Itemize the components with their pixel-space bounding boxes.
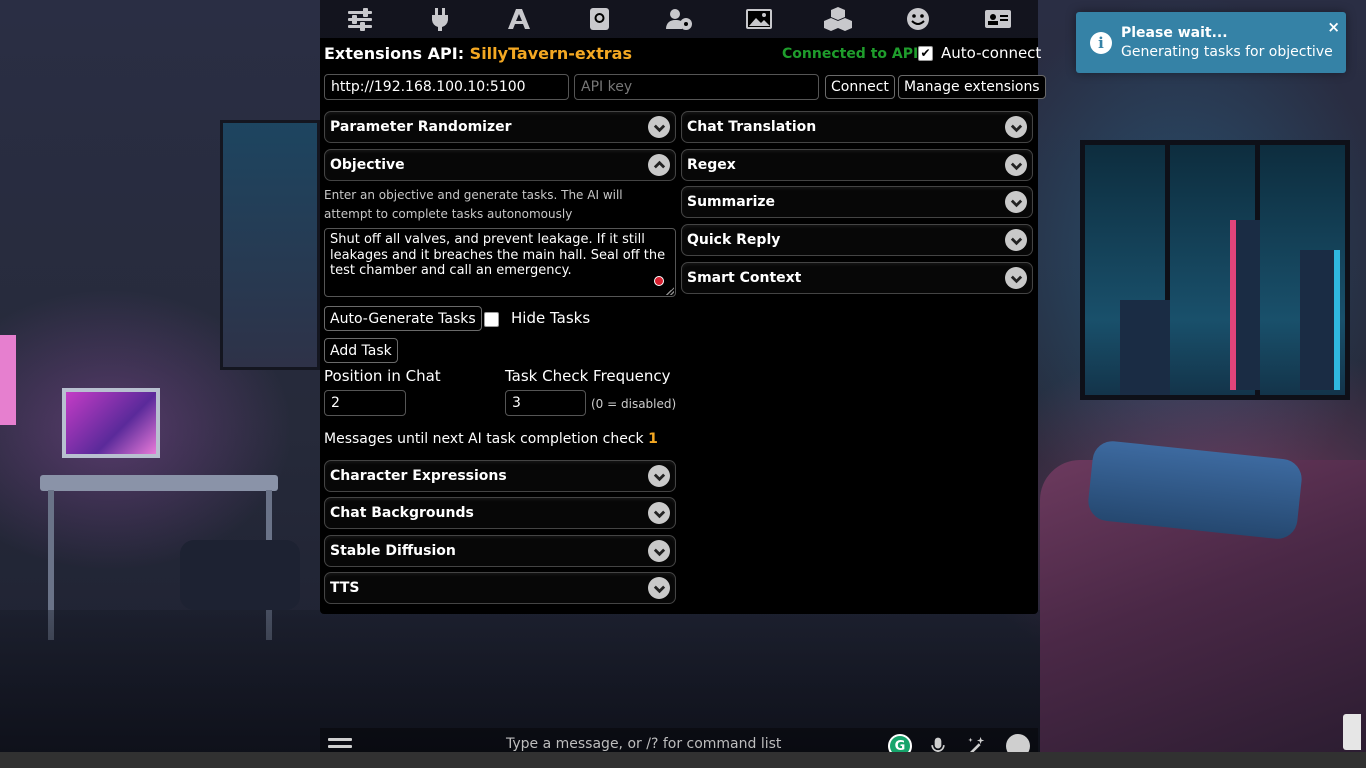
drawer-label: Smart Context xyxy=(687,270,802,286)
chevron-down-icon[interactable] xyxy=(1005,229,1027,251)
extensions-title: Extensions API: SillyTavern-extras xyxy=(324,44,632,63)
chevron-down-icon[interactable] xyxy=(1005,267,1027,289)
drawer-label: Quick Reply xyxy=(687,232,781,248)
auto-connect-toggle[interactable]: ✔ Auto-connect xyxy=(918,44,1041,62)
chevron-up-icon[interactable] xyxy=(648,154,670,176)
drawer-objective[interactable]: Objective xyxy=(324,149,676,181)
chevron-down-icon[interactable] xyxy=(1005,191,1027,213)
chevron-down-icon[interactable] xyxy=(1005,154,1027,176)
position-in-chat-input[interactable]: 2 xyxy=(324,390,406,416)
messages-until-check: Messages until next AI task completion c… xyxy=(324,431,658,447)
magic-wand-icon[interactable] xyxy=(964,734,988,752)
background-desk xyxy=(40,475,278,491)
recording-dot-icon xyxy=(654,276,664,286)
drawer-regex[interactable]: Regex xyxy=(681,149,1033,181)
chevron-down-icon[interactable] xyxy=(648,465,670,487)
drawer-character-expressions[interactable]: Character Expressions xyxy=(324,460,676,492)
drawer-quick-reply[interactable]: Quick Reply xyxy=(681,224,1033,256)
background-window-left xyxy=(220,120,320,370)
book-icon[interactable] xyxy=(579,1,619,37)
chevron-down-icon[interactable] xyxy=(648,116,670,138)
drawer-tts[interactable]: TTS xyxy=(324,572,676,604)
chevron-down-icon[interactable] xyxy=(648,540,670,562)
connection-status: Connected to API xyxy=(782,46,919,62)
drawer-label: Parameter Randomizer xyxy=(330,119,512,135)
close-icon[interactable]: × xyxy=(1327,18,1340,36)
drawer-label: Regex xyxy=(687,157,736,173)
drawer-label: Chat Backgrounds xyxy=(330,505,474,521)
menu-icon[interactable] xyxy=(328,738,352,752)
drawer-parameter-randomizer[interactable]: Parameter Randomizer xyxy=(324,111,676,143)
notification-toast: i Please wait... Generating tasks for ob… xyxy=(1076,12,1346,73)
messages-until-label: Messages until next AI task completion c… xyxy=(324,431,644,447)
extensions-title-accent: SillyTavern-extras xyxy=(469,44,632,63)
drawer-label: Character Expressions xyxy=(330,468,507,484)
toast-title: Please wait... xyxy=(1121,25,1228,41)
background-tower xyxy=(1120,300,1170,395)
frequency-hint: (0 = disabled) xyxy=(591,397,677,411)
background-tower xyxy=(1300,250,1340,390)
info-icon: i xyxy=(1090,32,1112,54)
toast-message: Generating tasks for objective xyxy=(1121,44,1333,60)
auto-connect-label: Auto-connect xyxy=(941,44,1042,62)
chevron-down-icon[interactable] xyxy=(1005,116,1027,138)
task-check-frequency-label: Task Check Frequency xyxy=(505,367,671,385)
api-key-input[interactable]: API key xyxy=(574,74,819,100)
extensions-title-prefix: Extensions API: xyxy=(324,44,465,63)
bottom-strip xyxy=(0,752,1366,768)
drawer-label: Chat Translation xyxy=(687,119,817,135)
background-neon xyxy=(0,335,16,425)
drawer-chat-backgrounds[interactable]: Chat Backgrounds xyxy=(324,497,676,529)
image-icon[interactable] xyxy=(739,1,779,37)
position-in-chat-label: Position in Chat xyxy=(324,367,441,385)
send-form: Type a message, or /? for command list G xyxy=(320,728,1038,752)
top-toolbar xyxy=(320,0,1038,38)
connect-button[interactable]: Connect xyxy=(825,75,895,99)
messages-until-value: 1 xyxy=(648,431,658,447)
background-monitor xyxy=(62,388,160,458)
grammarly-icon[interactable]: G xyxy=(888,734,912,752)
smile-icon[interactable] xyxy=(898,1,938,37)
cubes-icon[interactable] xyxy=(818,1,858,37)
hide-tasks-label: Hide Tasks xyxy=(511,309,591,327)
chevron-down-icon[interactable] xyxy=(648,577,670,599)
auto-connect-checkbox[interactable]: ✔ xyxy=(918,45,933,61)
users-gear-icon[interactable] xyxy=(659,1,699,37)
drawer-stable-diffusion[interactable]: Stable Diffusion xyxy=(324,535,676,567)
hide-tasks-checkbox[interactable] xyxy=(484,312,499,327)
objective-text: Shut off all valves, and prevent leakage… xyxy=(330,232,666,278)
font-icon[interactable] xyxy=(499,1,539,37)
plug-icon[interactable] xyxy=(420,1,460,37)
drawer-summarize[interactable]: Summarize xyxy=(681,186,1033,218)
api-url-input[interactable]: http://192.168.100.10:5100 xyxy=(324,74,569,100)
message-input[interactable]: Type a message, or /? for command list xyxy=(506,736,781,752)
task-check-frequency-input[interactable]: 3 xyxy=(505,390,586,416)
drawer-label: Summarize xyxy=(687,194,776,210)
sliders-icon[interactable] xyxy=(340,1,380,37)
add-task-button[interactable]: Add Task xyxy=(324,338,398,363)
extensions-panel: Extensions API: SillyTavern-extras Conne… xyxy=(320,38,1046,614)
objective-description: Enter an objective and generate tasks. T… xyxy=(324,188,623,221)
drawer-smart-context[interactable]: Smart Context xyxy=(681,262,1033,294)
drawer-chat-translation[interactable]: Chat Translation xyxy=(681,111,1033,143)
chevron-down-icon[interactable] xyxy=(648,502,670,524)
drawer-label: Stable Diffusion xyxy=(330,543,456,559)
resize-grip-icon[interactable] xyxy=(666,287,674,295)
background-tower xyxy=(1230,220,1260,390)
manage-extensions-button[interactable]: Manage extensions xyxy=(898,75,1046,99)
objective-textarea[interactable]: Shut off all valves, and prevent leakage… xyxy=(324,228,676,297)
scroll-button[interactable] xyxy=(1343,714,1361,750)
id-card-icon[interactable] xyxy=(978,1,1018,37)
background-chair xyxy=(180,540,300,610)
drawer-label: TTS xyxy=(330,580,360,596)
send-icon[interactable] xyxy=(1006,734,1030,752)
drawer-label: Objective xyxy=(330,157,405,173)
microphone-icon[interactable] xyxy=(926,734,950,752)
auto-generate-tasks-button[interactable]: Auto-Generate Tasks xyxy=(324,306,482,331)
